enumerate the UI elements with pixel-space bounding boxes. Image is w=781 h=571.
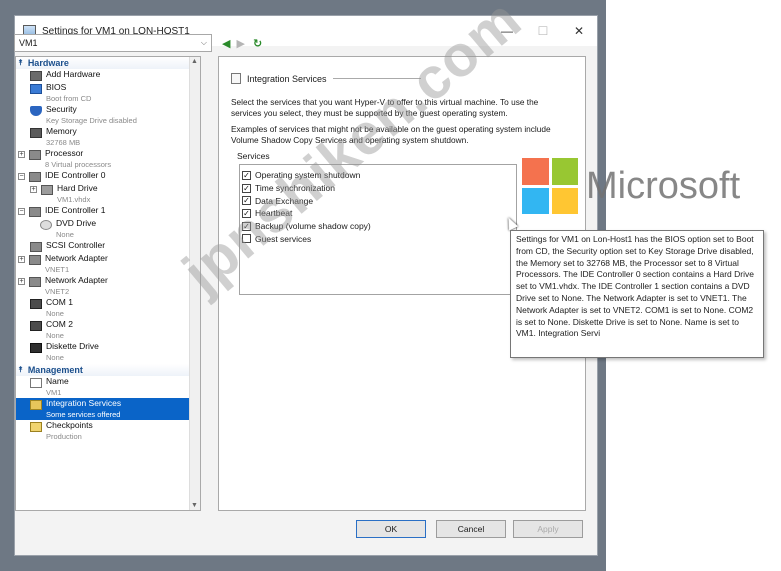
- collapse-icon: ⯭: [18, 58, 23, 67]
- scsi-controller-icon: [30, 242, 42, 252]
- tree-item-ide-controller-0[interactable]: − IDE Controller 0: [16, 170, 200, 183]
- settings-tree: ⯭ Hardware Add Hardware BIOS Boot from CD …: [15, 56, 201, 511]
- integration-services-icon: [30, 400, 42, 410]
- ide-controller-icon: [29, 172, 41, 182]
- tree-item-processor[interactable]: + Processor 8 Virtual processors: [16, 148, 200, 170]
- collapse-icon[interactable]: −: [18, 173, 25, 180]
- ok-button[interactable]: OK: [356, 520, 426, 538]
- back-arrow-icon[interactable]: ◀: [222, 37, 230, 50]
- shield-icon: [30, 106, 42, 116]
- checkbox[interactable]: ✓: [242, 170, 251, 180]
- tree-item-bios[interactable]: BIOS Boot from CD: [16, 82, 200, 104]
- cancel-button[interactable]: Cancel: [436, 520, 506, 538]
- hard-drive-icon: [41, 185, 53, 195]
- tree-item-integration-services[interactable]: Integration Services Some services offere…: [16, 398, 200, 420]
- services-group-label: Services: [237, 151, 270, 161]
- com-port-icon: [30, 299, 42, 309]
- tree-item-security[interactable]: Security Key Storage Drive disabled: [16, 104, 200, 126]
- scroll-up-icon[interactable]: ▲: [191, 58, 198, 65]
- tree-item-name[interactable]: Name VM1: [16, 376, 200, 398]
- microsoft-wordmark: Microsoft: [586, 164, 741, 207]
- chevron-down-icon: ⌵: [200, 38, 207, 47]
- network-adapter-icon: [29, 255, 41, 265]
- tree-item-com1[interactable]: COM 1 None: [16, 297, 200, 319]
- diskette-icon: [30, 343, 42, 353]
- vm-select[interactable]: VM1 ⌵: [14, 34, 212, 52]
- tree-item-diskette-drive[interactable]: Diskette Drive None: [16, 341, 200, 363]
- forward-arrow-icon[interactable]: ▶: [236, 37, 244, 50]
- refresh-icon[interactable]: ↻: [253, 37, 262, 50]
- tree-item-com2[interactable]: COM 2 None: [16, 319, 200, 341]
- expand-icon[interactable]: +: [18, 151, 25, 158]
- memory-icon: [30, 128, 42, 138]
- com-port-icon: [30, 321, 42, 331]
- pane-title: Integration Services: [247, 73, 327, 84]
- processor-icon: [29, 150, 41, 160]
- collapse-icon: ⯭: [18, 365, 23, 374]
- hardware-section-header[interactable]: ⯭ Hardware: [16, 57, 200, 69]
- microsoft-logo-icon: [522, 158, 578, 214]
- tooltip: Settings for VM1 on Lon-Host1 has the BI…: [510, 230, 764, 358]
- bios-icon: [30, 84, 42, 94]
- collapse-icon[interactable]: −: [18, 208, 25, 215]
- tree-item-ide-controller-1[interactable]: − IDE Controller 1: [16, 205, 200, 218]
- expand-icon[interactable]: +: [18, 256, 25, 263]
- network-adapter-icon: [29, 277, 41, 287]
- expand-icon[interactable]: +: [30, 186, 37, 193]
- microsoft-logo: Microsoft: [522, 158, 740, 214]
- tree-item-dvd-drive[interactable]: DVD Drive None: [16, 218, 200, 240]
- add-hardware-icon: [30, 71, 42, 81]
- tree-item-memory[interactable]: Memory 32768 MB: [16, 126, 200, 148]
- management-section-header[interactable]: ⯭ Management: [16, 364, 200, 376]
- tree-item-hard-drive[interactable]: + Hard Drive VM1.vhdx: [16, 183, 200, 205]
- tree-item-scsi-controller[interactable]: SCSI Controller: [16, 240, 200, 253]
- integration-services-page-icon: [231, 73, 241, 84]
- vm-select-value: VM1: [19, 38, 38, 48]
- name-icon: [30, 378, 42, 388]
- tree-item-checkpoints[interactable]: Checkpoints Production: [16, 420, 200, 442]
- expand-icon[interactable]: +: [18, 278, 25, 285]
- tree-item-network-adapter-2[interactable]: + Network Adapter VNET2: [16, 275, 200, 297]
- scroll-down-icon[interactable]: ▼: [191, 502, 198, 509]
- ide-controller-icon: [29, 207, 41, 217]
- checkpoints-icon: [30, 422, 42, 432]
- apply-button[interactable]: Apply: [513, 520, 583, 538]
- dvd-disc-icon: [40, 220, 52, 230]
- tree-item-add-hardware[interactable]: Add Hardware: [16, 69, 200, 82]
